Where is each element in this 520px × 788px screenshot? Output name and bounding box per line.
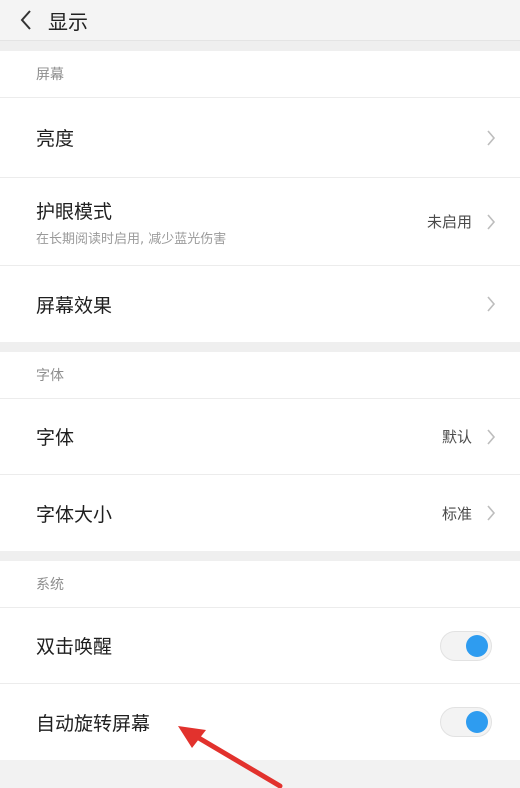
- top-bar: 显示: [0, 0, 520, 41]
- row-label: 字体大小: [36, 503, 113, 526]
- chevron-right-icon: [486, 428, 496, 446]
- row-main: 字体大小: [36, 500, 442, 527]
- double-tap-wake-toggle[interactable]: [440, 630, 492, 661]
- chevron-left-icon: [20, 10, 31, 30]
- section-system: 系统 双击唤醒 自动旋转屏幕: [0, 561, 520, 760]
- chevron-right-icon: [486, 129, 496, 147]
- row-label: 护眼模式: [36, 200, 113, 223]
- row-value: 标准: [441, 504, 472, 523]
- setting-row-eye-protection[interactable]: 护眼模式 在长期阅读时启用, 减少蓝光伤害 未启用: [0, 178, 520, 266]
- row-main: 屏幕效果: [36, 291, 486, 318]
- section-title-screen: 屏幕: [0, 51, 520, 98]
- setting-row-brightness[interactable]: 亮度: [0, 98, 520, 178]
- section-gap: [0, 551, 520, 561]
- back-button[interactable]: [6, 0, 46, 40]
- row-label: 屏幕效果: [36, 294, 113, 317]
- auto-rotate-toggle[interactable]: [440, 707, 492, 737]
- row-subtitle: 在长期阅读时启用, 减少蓝光伤害: [36, 231, 227, 247]
- section-font: 字体 字体 默认 字体大小 标准: [0, 352, 520, 551]
- row-main: 亮度: [36, 124, 486, 151]
- section-gap: [0, 342, 520, 352]
- setting-row-font[interactable]: 字体 默认: [0, 399, 520, 475]
- setting-row-font-size[interactable]: 字体大小 标准: [0, 475, 520, 551]
- chevron-right-icon: [486, 504, 496, 522]
- row-main: 自动旋转屏幕: [36, 709, 440, 736]
- row-label: 字体: [36, 427, 75, 449]
- chevron-right-icon: [486, 213, 496, 231]
- setting-row-screen-effect[interactable]: 屏幕效果: [0, 266, 520, 342]
- row-value: 默认: [441, 428, 472, 446]
- section-title-font: 字体: [0, 352, 520, 399]
- row-label: 自动旋转屏幕: [36, 712, 151, 735]
- toggle-knob: [466, 634, 488, 657]
- section-title-system: 系统: [0, 561, 520, 608]
- row-label: 亮度: [36, 128, 75, 150]
- section-screen: 屏幕 亮度 护眼模式 在长期阅读时启用, 减少蓝光伤害 未启用 屏幕效果: [0, 51, 520, 342]
- row-main: 字体: [36, 423, 442, 450]
- row-main: 双击唤醒: [36, 632, 440, 659]
- row-label: 双击唤醒: [36, 636, 113, 658]
- setting-row-auto-rotate[interactable]: 自动旋转屏幕: [0, 684, 520, 760]
- section-gap: [0, 41, 520, 51]
- row-main: 护眼模式 在长期阅读时启用, 减少蓝光伤害: [36, 197, 427, 247]
- page-title: 显示: [48, 9, 88, 34]
- toggle-knob: [466, 711, 488, 733]
- row-value: 未启用: [426, 213, 472, 231]
- setting-row-double-tap-wake[interactable]: 双击唤醒: [0, 608, 520, 684]
- chevron-right-icon: [486, 295, 496, 313]
